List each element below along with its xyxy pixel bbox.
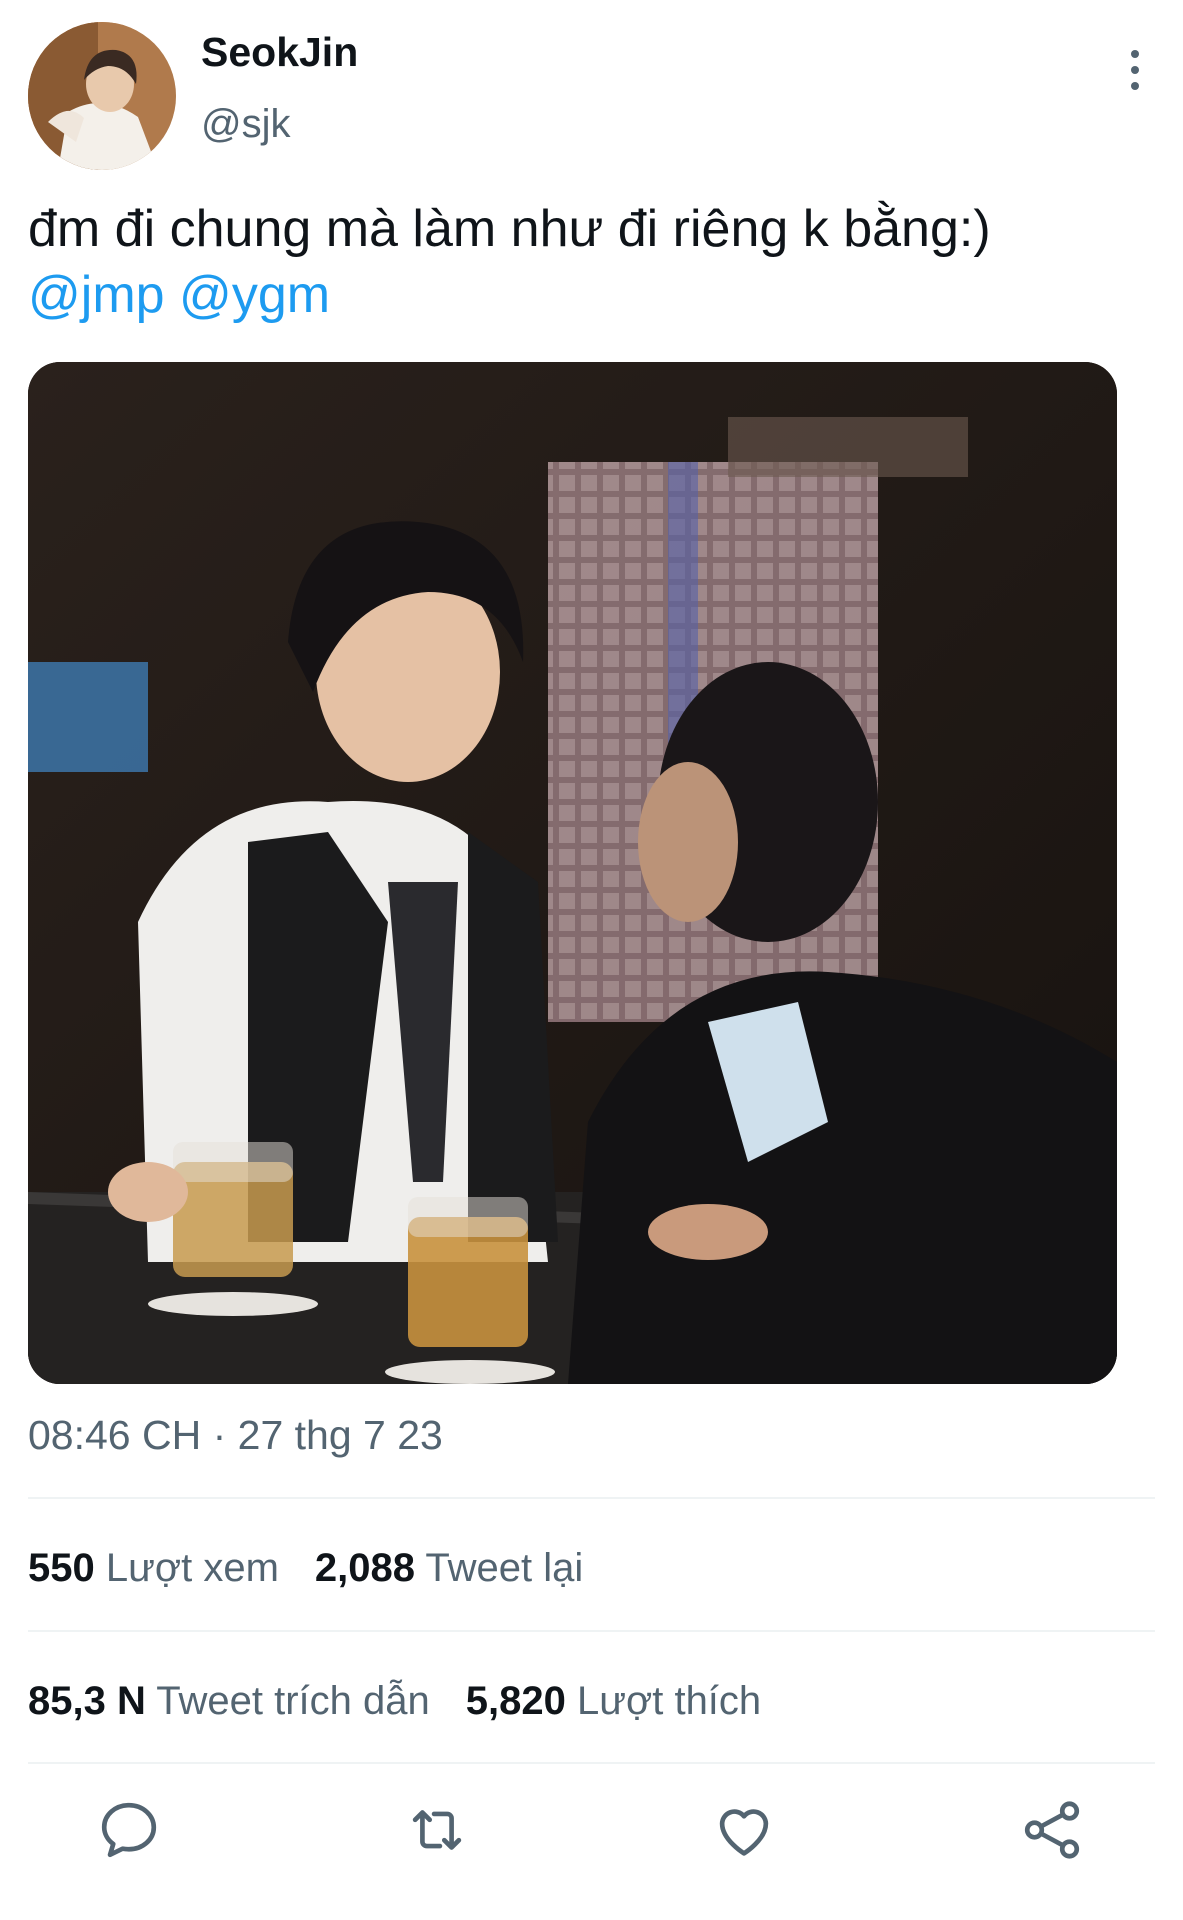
quotes-label: Tweet trích dẫn: [156, 1679, 430, 1723]
retweets-count: 2,088: [314, 1546, 416, 1590]
share-icon[interactable]: [1017, 1795, 1087, 1865]
stats-row-quotes-likes: 85,3 N Tweet trích dẫn 5,820 Lượt thích: [28, 1681, 761, 1721]
views-stat[interactable]: 550 Lượt xem: [28, 1546, 279, 1590]
photo-two-people-at-bar: [28, 362, 1117, 1384]
tweet-header: SeokJin @sjk: [28, 22, 1155, 172]
stats-row-views-retweets: 550 Lượt xem 2,088 Tweet lại: [28, 1548, 583, 1588]
likes-label: Lượt thích: [576, 1679, 762, 1723]
likes-stat[interactable]: 5,820 Lượt thích: [466, 1679, 761, 1723]
author-display-name[interactable]: SeokJin: [201, 32, 358, 73]
retweet-icon[interactable]: [402, 1795, 472, 1865]
quotes-stat[interactable]: 85,3 N Tweet trích dẫn: [28, 1679, 430, 1723]
retweets-label: Tweet lại: [425, 1546, 584, 1590]
reply-icon[interactable]: [94, 1795, 164, 1865]
tweet-image[interactable]: [28, 362, 1117, 1384]
mention-link-ygm[interactable]: @ygm: [179, 266, 330, 324]
author-handle[interactable]: @sjk: [201, 104, 291, 144]
tweet-detail: SeokJin @sjk đm đi chung mà làm như đi r…: [0, 0, 1183, 1920]
tweet-actions: [0, 1795, 1183, 1875]
divider: [28, 1762, 1155, 1764]
avatar-image: [28, 22, 176, 170]
tweet-body: đm đi chung mà làm như đi riêng k bằng:): [28, 200, 991, 258]
tweet-text: đm đi chung mà làm như đi riêng k bằng:)…: [28, 196, 1148, 328]
quotes-count: 85,3 N: [28, 1679, 146, 1723]
retweets-stat[interactable]: 2,088 Tweet lại: [315, 1546, 583, 1590]
more-options-icon[interactable]: [1115, 50, 1155, 100]
avatar[interactable]: [28, 22, 176, 170]
mention-link-jmp[interactable]: @jmp: [28, 266, 165, 324]
tweet-timestamp[interactable]: 08:46 CH · 27 thg 7 23: [28, 1415, 443, 1456]
likes-count: 5,820: [465, 1679, 566, 1723]
divider: [28, 1630, 1155, 1632]
views-label: Lượt xem: [105, 1546, 279, 1590]
divider: [28, 1497, 1155, 1499]
heart-icon[interactable]: [709, 1795, 779, 1865]
views-count: 550: [28, 1546, 95, 1590]
